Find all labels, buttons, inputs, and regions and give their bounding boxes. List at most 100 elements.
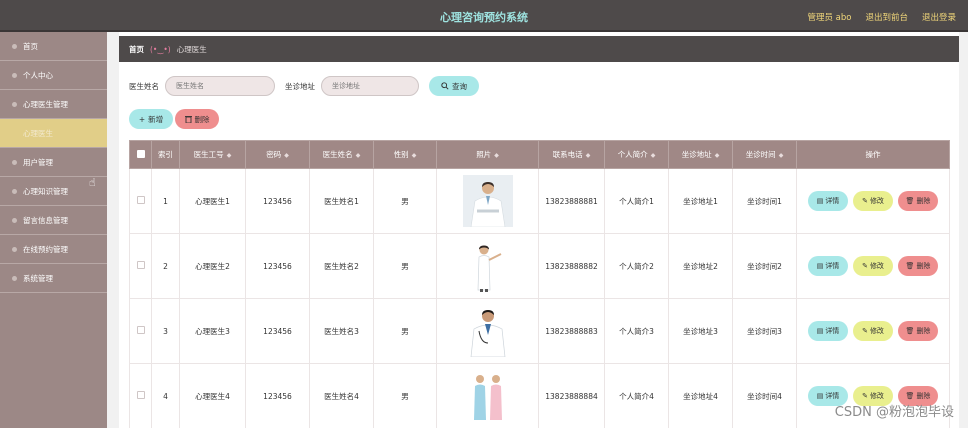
column-header[interactable]: 性别 ◆ [373, 140, 437, 169]
sort-icon: ◆ [585, 152, 591, 159]
sort-icon: ◆ [355, 152, 361, 159]
row-checkbox[interactable] [129, 168, 152, 234]
cell-doctor-name: 医生姓名1 [309, 168, 374, 234]
delete-button[interactable]: 🗑 删除 [898, 321, 938, 341]
column-header[interactable]: 联系电话 ◆ [538, 140, 605, 169]
top-bar: 心理咨询预约系统 管理员 abo 退出到前台 退出登录 [0, 0, 968, 32]
sidebar-item-appointment-management[interactable]: 在线预约管理 [0, 235, 107, 264]
sidebar-item-label: 心理医生 [23, 128, 53, 138]
cell-doctor-id: 心理医生3 [179, 298, 246, 364]
column-header[interactable]: 密码 ◆ [245, 140, 310, 169]
sidebar-item-doctor[interactable]: 心理医生 [0, 119, 107, 148]
sidebar-item-doctor-management[interactable]: 心理医生管理 [0, 90, 107, 119]
menu-dot-icon [12, 217, 17, 223]
sort-icon: ◆ [411, 152, 417, 159]
cell-password: 123456 [245, 298, 310, 364]
cell-address: 坐诊地址2 [668, 233, 733, 299]
address-input[interactable] [321, 76, 419, 96]
document-icon: ▤ [816, 327, 824, 335]
search-icon [441, 82, 449, 90]
cell-phone: 13823888884 [538, 363, 605, 428]
edit-button[interactable]: ✎ 修改 [853, 256, 893, 276]
breadcrumb-home[interactable]: 首页 [129, 44, 144, 55]
cell-intro: 个人简介2 [604, 233, 669, 299]
menu-dot-icon [12, 188, 17, 194]
cell-photo [436, 298, 539, 364]
cell-index: 3 [151, 298, 180, 364]
cell-gender: 男 [373, 363, 437, 428]
row-checkbox[interactable] [129, 363, 152, 428]
add-button[interactable]: + 新增 [129, 109, 173, 129]
column-header[interactable]: 个人简介 ◆ [604, 140, 669, 169]
detail-button[interactable]: ▤ 详情 [808, 256, 848, 276]
row-checkbox[interactable] [129, 298, 152, 364]
cell-password: 123456 [245, 168, 310, 234]
trash-icon: 🗑 [905, 327, 915, 335]
menu-dot-icon [12, 246, 17, 252]
cell-intro: 个人简介3 [604, 298, 669, 364]
top-bar-links: 管理员 abo 退出到前台 退出登录 [807, 11, 956, 23]
trash-icon [184, 116, 192, 123]
detail-button[interactable]: ▤ 详情 [808, 191, 848, 211]
delete-button[interactable]: 🗑 删除 [898, 191, 938, 211]
pencil-icon: ✎ [862, 327, 868, 335]
cell-doctor-name: 医生姓名3 [309, 298, 374, 364]
sidebar-item-label: 用户管理 [23, 157, 53, 167]
select-all-checkbox[interactable] [129, 140, 152, 169]
sidebar-item-label: 留言信息管理 [23, 215, 68, 225]
sidebar-item-home[interactable]: 首页 [0, 32, 107, 61]
menu-dot-icon [12, 159, 17, 165]
column-header[interactable]: 坐诊时间 ◆ [732, 140, 797, 169]
table-header-row: 索引 医生工号 ◆ 密码 ◆ 医生姓名 ◆ 性别 ◆ 照片 ◆ 联系电话 ◆ 个人简介 ◆ 坐… [129, 140, 950, 169]
sidebar-item-message-management[interactable]: 留言信息管理 [0, 206, 107, 235]
cell-doctor-id: 心理医生1 [179, 168, 246, 234]
menu-dot-icon [12, 43, 17, 49]
column-header[interactable]: 医生工号 ◆ [179, 140, 246, 169]
doctor-photo[interactable] [462, 370, 513, 422]
sidebar-item-label: 个人中心 [23, 70, 53, 80]
menu-dot-icon [12, 275, 17, 281]
cell-index: 2 [151, 233, 180, 299]
cell-gender: 男 [373, 298, 437, 364]
menu-dot-icon [12, 131, 17, 136]
trash-icon: 🗑 [905, 262, 915, 270]
batch-delete-button[interactable]: 删除 [175, 109, 219, 129]
row-checkbox[interactable] [129, 233, 152, 299]
delete-button[interactable]: 🗑 删除 [898, 256, 938, 276]
table-row: 1 心理医生1 123456 医生姓名1 男 13823888881 个人简介1… [129, 168, 950, 234]
logout-link[interactable]: 退出登录 [922, 11, 956, 23]
sort-icon: ◆ [650, 152, 656, 159]
sidebar-item-profile[interactable]: 个人中心 [0, 61, 107, 90]
column-header[interactable]: 照片 ◆ [436, 140, 539, 169]
doctor-photo[interactable] [462, 240, 513, 292]
cell-doctor-name: 医生姓名4 [309, 363, 374, 428]
cell-password: 123456 [245, 363, 310, 428]
column-header[interactable]: 坐诊地址 ◆ [668, 140, 733, 169]
cell-phone: 13823888883 [538, 298, 605, 364]
sidebar-item-user-management[interactable]: 用户管理 [0, 148, 107, 177]
cell-address: 坐诊地址4 [668, 363, 733, 428]
doctor-photo[interactable] [462, 305, 513, 357]
sort-icon: ◆ [284, 152, 289, 159]
delete-button-label: 删除 [194, 114, 210, 124]
cell-address: 坐诊地址3 [668, 298, 733, 364]
back-to-frontend-link[interactable]: 退出到前台 [865, 11, 908, 23]
edit-button[interactable]: ✎ 修改 [853, 321, 893, 341]
sort-icon: ◆ [494, 152, 499, 159]
sidebar-item-label: 首页 [23, 41, 38, 51]
edit-button[interactable]: ✎ 修改 [853, 191, 893, 211]
document-icon: ▤ [816, 392, 824, 400]
trash-icon: 🗑 [905, 392, 915, 400]
column-header[interactable]: 医生姓名 ◆ [309, 140, 374, 169]
detail-button[interactable]: ▤ 详情 [808, 321, 848, 341]
cell-phone: 13823888881 [538, 168, 605, 234]
doctor-photo[interactable] [462, 175, 513, 227]
pencil-icon: ✎ [862, 392, 868, 400]
query-button[interactable]: 查询 [429, 76, 479, 96]
doctor-name-input[interactable] [165, 76, 275, 96]
search-bar: 医生姓名 坐诊地址 查询 [129, 76, 479, 96]
cell-actions: ▤ 详情 ✎ 修改 🗑 删除 [796, 298, 950, 364]
admin-label: 管理员 abo [807, 13, 852, 23]
cell-intro: 个人简介1 [604, 168, 669, 234]
sidebar-item-system-management[interactable]: 系统管理 [0, 264, 107, 293]
